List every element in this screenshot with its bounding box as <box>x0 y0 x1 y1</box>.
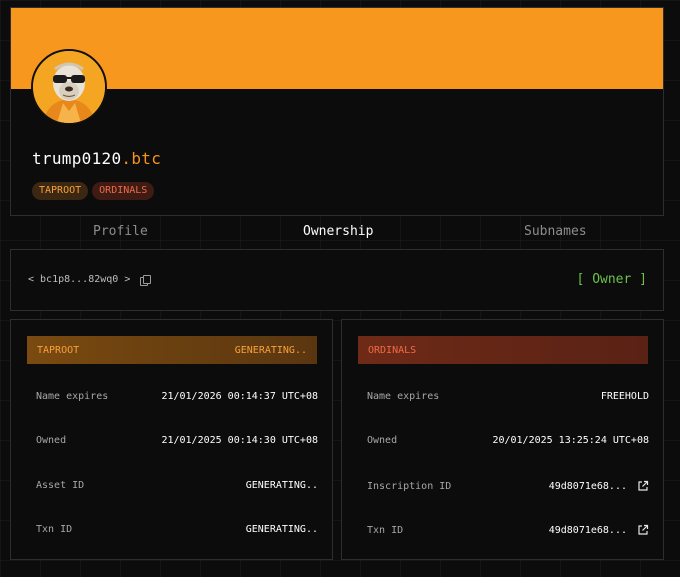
ordinals-row-owned: Owned 20/01/2025 13:25:24 UTC+08 <box>367 435 649 446</box>
ordinals-panel: ORDINALS Name expires FREEHOLD Owned 20/… <box>341 319 664 560</box>
taproot-title: TAPROOT <box>37 344 80 356</box>
row-value: GENERATING.. <box>245 480 318 491</box>
profile-card: trump0120.btc TAPROOT ORDINALS <box>10 7 664 216</box>
tag-ordinals: ORDINALS <box>92 182 155 200</box>
row-label: Owned <box>36 435 67 446</box>
row-label: Txn ID <box>367 524 404 536</box>
row-label: Name expires <box>367 391 440 402</box>
taproot-row-owned: Owned 21/01/2025 00:14:30 UTC+08 <box>36 435 318 446</box>
tab-ownership[interactable]: Ownership <box>303 224 373 239</box>
taproot-row-name-expires: Name expires 21/01/2026 00:14:37 UTC+08 <box>36 391 318 402</box>
row-value: 21/01/2026 00:14:37 UTC+08 <box>161 391 318 402</box>
avatar <box>31 49 107 125</box>
txn-id-value: 49d8071e68... <box>548 524 627 536</box>
row-label: Name expires <box>36 391 109 402</box>
taproot-row-asset-id: Asset ID GENERATING.. <box>36 480 318 491</box>
tag-taproot: TAPROOT <box>32 182 89 200</box>
row-value: FREEHOLD <box>600 391 649 402</box>
ordinals-header: ORDINALS <box>358 336 648 364</box>
ordinals-row-txn-id: Txn ID 49d8071e68... <box>367 524 649 536</box>
profile-banner <box>11 8 663 89</box>
tab-profile[interactable]: Profile <box>93 224 148 239</box>
taproot-panel: TAPROOT GENERATING.. Name expires 21/01/… <box>10 319 333 560</box>
row-value: 20/01/2025 13:25:24 UTC+08 <box>492 435 649 446</box>
row-label: Inscription ID <box>367 480 452 492</box>
address-bar: < bc1p8...82wq0 > [ Owner ] <box>10 249 664 311</box>
taproot-header: TAPROOT GENERATING.. <box>27 336 317 364</box>
ordinals-row-inscription-id: Inscription ID 49d8071e68... <box>367 480 649 492</box>
row-value-wrap: 49d8071e68... <box>549 524 649 536</box>
profile-name-main: trump0120 <box>32 149 122 168</box>
taproot-row-txn-id: Txn ID GENERATING.. <box>36 524 318 535</box>
row-label: Asset ID <box>36 480 85 491</box>
prev-address-button[interactable]: < <box>28 274 34 285</box>
address-text: bc1p8...82wq0 <box>40 274 119 285</box>
copy-icon[interactable] <box>140 274 152 286</box>
external-link-icon[interactable] <box>637 480 649 492</box>
row-value-wrap: 49d8071e68... <box>549 480 649 492</box>
inscription-id-value: 49d8071e68... <box>548 480 627 492</box>
ordinals-row-name-expires: Name expires FREEHOLD <box>367 391 649 402</box>
row-value: GENERATING.. <box>245 524 318 535</box>
next-address-button[interactable]: > <box>124 274 130 285</box>
profile-name: trump0120.btc <box>32 149 161 168</box>
tab-subnames[interactable]: Subnames <box>524 224 587 239</box>
taproot-status: GENERATING.. <box>234 344 307 356</box>
ordinals-title: ORDINALS <box>368 344 417 356</box>
address-switcher: < bc1p8...82wq0 > <box>28 274 152 286</box>
external-link-icon[interactable] <box>637 524 649 536</box>
row-value: 21/01/2025 00:14:30 UTC+08 <box>161 435 318 446</box>
profile-tags: TAPROOT ORDINALS <box>32 182 155 200</box>
profile-name-tld: .btc <box>121 149 162 168</box>
tab-bar: Profile Ownership Subnames <box>10 216 664 248</box>
row-label: Txn ID <box>36 524 73 535</box>
row-label: Owned <box>367 435 398 446</box>
owner-badge: [ Owner ] <box>576 272 647 287</box>
